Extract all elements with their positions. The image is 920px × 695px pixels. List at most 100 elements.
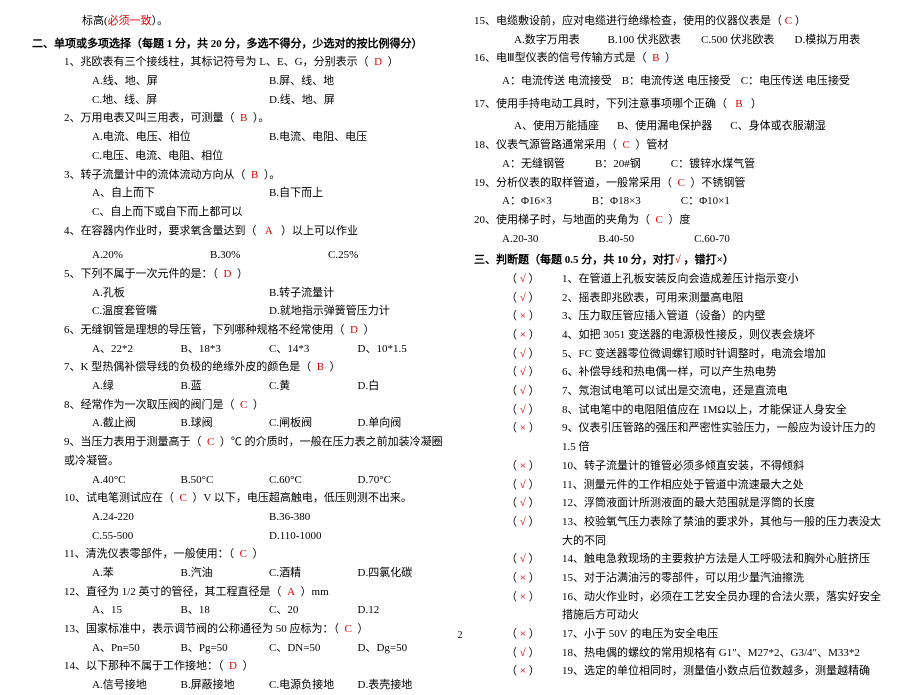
q11-d: D.四氯化碳 (358, 564, 447, 583)
q1-b: B.屏、线、地 (269, 72, 446, 91)
tf-row: （ √ ）1、在管道上孔板安装反向会造成差压计指示变小 (474, 270, 888, 289)
q19-b: B：Φ18×3 (592, 192, 641, 211)
q19-end: ）不锈钢管 (690, 177, 745, 189)
q6-c: C、14*3 (269, 340, 358, 359)
tf-row: （ √ ）11、测量元件的工作相应处于管道中流速最大之处 (474, 476, 888, 495)
q11-b: B.汽油 (181, 564, 270, 583)
tf-mark: （ × ） (506, 588, 562, 625)
sec3-title-a: 三、判断题（每题 0.5 分，共 10 分，对打 (474, 254, 675, 266)
tf-text: 7、氖泡试电笔可以试出是交流电，还是直流电 (562, 382, 888, 401)
q15-d: D.模拟万用表 (795, 31, 889, 50)
q20-a: A.20-30 (502, 230, 538, 249)
sec3-title-c: ，错打×） (684, 254, 734, 266)
page-number: 2 (458, 627, 463, 644)
q2-a: A.电流、电压、相位 (92, 128, 269, 147)
q4: 4、在容器内作业时，要求氧含量达到（ (64, 225, 257, 237)
q6-d: D、10*1.5 (358, 340, 447, 359)
q20: 20、使用梯子时，与地面的夹角为（ (474, 214, 650, 226)
q1-ans: D (374, 56, 382, 68)
tf-row: （ √ ）18、热电偶的螺纹的常用规格有 G1″、M27*2、G3/4″、M33… (474, 644, 888, 663)
q9-c: C.60°C (269, 471, 358, 490)
tf-mark: （ × ） (506, 569, 562, 588)
q14-ans: D (229, 660, 237, 672)
q18-a: A：无缝钢管 (502, 155, 565, 174)
q5-a: A.孔板 (92, 284, 269, 303)
tf-row: （ √ ）2、摇表即兆欧表，可用来测量高电阻 (474, 289, 888, 308)
q17-a: A、使用万能插座 (514, 117, 599, 136)
q20-end: ）度 (668, 214, 690, 226)
tf-mark: （ √ ） (506, 345, 562, 364)
tf-text: 10、转子流量计的锥管必须多倾直安装，不得倾斜 (562, 457, 888, 476)
tf-text: 2、摇表即兆欧表，可用来测量高电阻 (562, 289, 888, 308)
q12: 12、直径为 1/2 英寸的管径，其工程直径是（ (64, 586, 282, 598)
tf-text: 18、热电偶的螺纹的常用规格有 G1″、M27*2、G3/4″、M33*2 (562, 644, 888, 663)
q1-end: ） (388, 56, 399, 68)
q6-a: A、22*2 (92, 340, 181, 359)
q19-c: C：Φ10×1 (681, 192, 730, 211)
q9-ans: C (207, 436, 214, 448)
tf-text: 3、压力取压管应插入管道（设备）的内壁 (562, 307, 888, 326)
q6-b: B、18*3 (181, 340, 270, 359)
tf-mark: （ √ ） (506, 513, 562, 550)
tf-row: （ √ ）5、FC 变送器零位微调螺钉顺时针调整时，电流会增加 (474, 345, 888, 364)
tf-mark: （ √ ） (506, 550, 562, 569)
q9: 9、当压力表用于测量高于（ (64, 436, 202, 448)
tf-mark: （ × ） (506, 457, 562, 476)
q13: 13、国家标准中，表示调节阀的公称通径为 50 应标为：（ (64, 623, 339, 635)
tf-mark: （ √ ） (506, 494, 562, 513)
q2-end: ）。 (253, 112, 270, 124)
q19-a: A：Φ16×3 (502, 192, 552, 211)
q5-end: ） (237, 268, 248, 280)
preline-text: 标高( (82, 15, 108, 27)
q11-a: A.苯 (92, 564, 181, 583)
q3-c: C、自上而下或自下而上都可以 (92, 203, 446, 222)
tf-mark: （ × ） (506, 307, 562, 326)
tf-row: （ × ）16、动火作业时，必须在工艺安全员办理的合法火票，落实好安全措施后方可… (474, 588, 888, 625)
q9-b: B.50°C (181, 471, 270, 490)
q18-ans: C (623, 139, 630, 151)
tf-text: 1、在管道上孔板安装反向会造成差压计指示变小 (562, 270, 888, 289)
q2-b: B.电流、电阻、电压 (269, 128, 446, 147)
tf-mark: （ √ ） (506, 289, 562, 308)
q5: 5、下列不属于一次元件的是：（ (64, 268, 218, 280)
tf-row: （ × ）9、仪表引压管路的强压和严密性实验压力，一般应为设计压力的 1.5 倍 (474, 419, 888, 456)
q12-a: A、15 (92, 601, 181, 620)
tf-text: 17、小于 50V 的电压为安全电压 (562, 625, 888, 644)
tf-text: 15、对于沾满油污的零部件，可以用少量汽油擦洗 (562, 569, 888, 588)
q11-end: ） (252, 548, 263, 560)
q11-c: C.酒精 (269, 564, 358, 583)
q10-a: A.24-220 (92, 508, 269, 527)
q13-c: C、DN=50 (269, 639, 358, 658)
q10: 10、试电笔测试应在（ (64, 492, 174, 504)
q10-b: B.36-380 (269, 508, 446, 527)
q18-b: B：20#钢 (595, 155, 641, 174)
q8-end: ） (253, 399, 264, 411)
q20-c: C.60-70 (694, 230, 730, 249)
q6: 6、无缝钢管是理想的导压管，下列哪种规格不经常使用（ (64, 324, 345, 336)
q13-b: B、Pg=50 (181, 639, 270, 658)
tf-mark: （ × ） (506, 625, 562, 644)
q13-d: D、Dg=50 (358, 639, 447, 658)
q14: 14、以下那种不属于工作接地：（ (64, 660, 224, 672)
q18-end: ）管材 (635, 139, 668, 151)
q16-a: A：电流传送 电流接受 (502, 72, 612, 91)
tf-mark: （ × ） (506, 419, 562, 456)
q16-c: C：电压传送 电压接受 (741, 72, 850, 91)
tf-text: 6、补偿导线和热电偶一样，可以产生热电势 (562, 363, 888, 382)
q13-a: A、Pn=50 (92, 639, 181, 658)
preline-end: ）。 (152, 15, 169, 27)
q8-d: D.单向阀 (358, 414, 447, 433)
tf-row: （ × ）15、对于沾满油污的零部件，可以用少量汽油擦洗 (474, 569, 888, 588)
q6-ans: D (350, 324, 358, 336)
tf-mark: （ × ） (506, 662, 562, 681)
q19: 19、分析仪表的取样管道，一般常采用（ (474, 177, 672, 189)
preline-red: 必须一致 (108, 15, 152, 27)
tf-row: （ √ ）14、触电急救现场的主要救护方法是人工呼吸法和胸外心脏挤压 (474, 550, 888, 569)
q3-b: B.自下而上 (269, 184, 446, 203)
tf-text: 14、触电急救现场的主要救护方法是人工呼吸法和胸外心脏挤压 (562, 550, 888, 569)
q14-a: A.信号接地 (92, 676, 181, 695)
tf-text: 9、仪表引压管路的强压和严密性实验压力，一般应为设计压力的 1.5 倍 (562, 419, 888, 456)
q6-end: ） (363, 324, 374, 336)
tf-row: （ √ ）8、试电笔中的电阻阻值应在 1MΩ以上，才能保证人身安全 (474, 401, 888, 420)
q12-c: C、20 (269, 601, 358, 620)
